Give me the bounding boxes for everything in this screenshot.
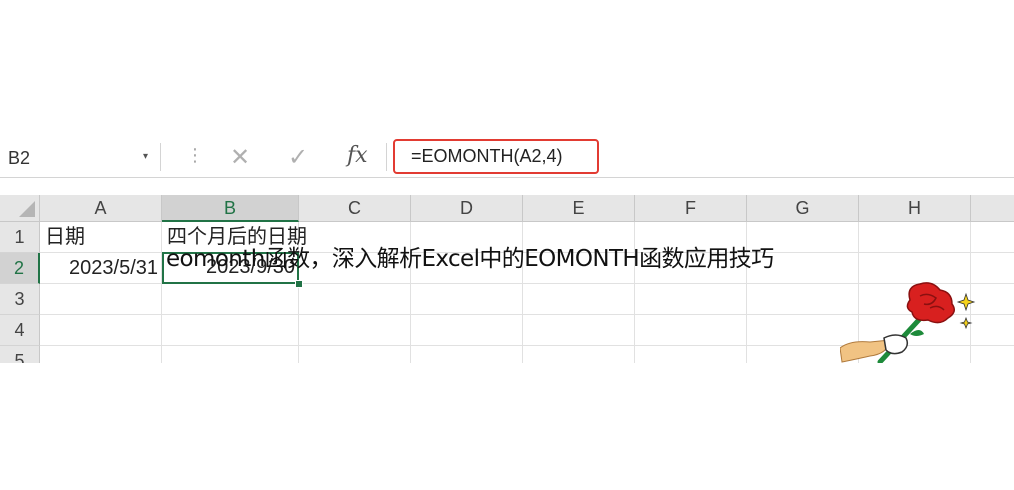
formula-text: =EOMONTH(A2,4)	[411, 146, 563, 166]
column-header-e[interactable]: E	[523, 195, 635, 222]
cell-a1[interactable]: 日期	[40, 222, 162, 252]
row-header-5[interactable]: 5	[0, 346, 40, 363]
enter-check-icon[interactable]: ✓	[288, 143, 308, 172]
row-header-2[interactable]: 2	[0, 253, 40, 284]
column-header-f[interactable]: F	[635, 195, 747, 222]
column-header-b[interactable]: B	[162, 195, 299, 222]
cell-a2[interactable]: 2023/5/31	[40, 253, 162, 283]
column-header-overflow[interactable]	[971, 195, 1014, 222]
cancel-icon[interactable]: ✕	[230, 143, 250, 172]
column-header-c[interactable]: C	[299, 195, 411, 222]
row-header-1[interactable]: 1	[0, 222, 40, 253]
overlay-caption: eomonth函数，深入解析Excel中的EOMONTH函数应用技巧	[166, 246, 774, 272]
column-header-d[interactable]: D	[411, 195, 523, 222]
row-header-3[interactable]: 3	[0, 284, 40, 315]
insert-function-icon[interactable]: fx	[347, 143, 368, 168]
name-box-dropdown-icon[interactable]: ▾	[143, 151, 148, 162]
fill-handle[interactable]	[295, 280, 303, 288]
column-header-h[interactable]: H	[859, 195, 971, 222]
column-header-a[interactable]: A	[40, 195, 162, 222]
formula-bar-divider	[386, 143, 387, 171]
hand-holding-rose-icon	[840, 282, 980, 363]
formula-bar-grip-icon: ⋮	[186, 145, 204, 165]
name-box[interactable]: B2 ▾	[0, 143, 161, 171]
column-header-g[interactable]: G	[747, 195, 859, 222]
formula-bar: B2 ▾ ⋮ ✕ ✓ fx =EOMONTH(A2,4)	[0, 137, 1014, 178]
row-header-4[interactable]: 4	[0, 315, 40, 346]
select-all-button[interactable]	[0, 195, 40, 222]
select-all-triangle-icon	[19, 201, 35, 217]
formula-input[interactable]: =EOMONTH(A2,4)	[393, 139, 599, 174]
name-box-value: B2	[8, 148, 31, 168]
